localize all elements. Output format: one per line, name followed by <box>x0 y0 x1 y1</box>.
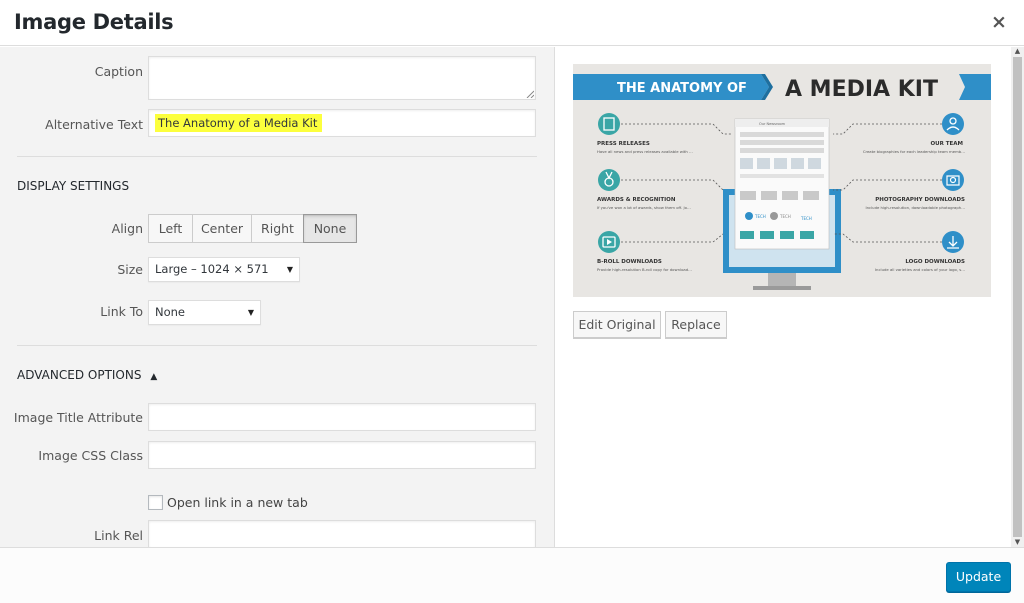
link-to-label: Link To <box>100 304 143 319</box>
size-value: Large – 1024 × 571 <box>155 262 269 276</box>
caret-up-icon: ▲ <box>150 372 158 382</box>
title-attribute-input[interactable] <box>148 403 536 431</box>
resize-grip-icon[interactable] <box>526 90 534 98</box>
image-preview: THE ANATOMY OF A MEDIA KIT PRESS RELEASE… <box>573 64 991 297</box>
dialog-footer: Update <box>0 547 1024 603</box>
size-label: Size <box>117 262 143 277</box>
close-icon[interactable]: × <box>990 12 1008 32</box>
right-item-title: LOGO DOWNLOADS <box>905 259 965 265</box>
scroll-down-icon[interactable]: ▼ <box>1013 538 1022 547</box>
advanced-options-toggle[interactable]: ADVANCED OPTIONS ▲ <box>17 368 157 382</box>
alt-text-input[interactable]: The Anatomy of a Media Kit <box>148 109 536 137</box>
link-to-select[interactable]: None ▼ <box>148 300 261 325</box>
caption-label: Caption <box>94 64 143 79</box>
banner-right-text: A MEDIA KIT <box>785 77 938 102</box>
preview-pane: THE ANATOMY OF A MEDIA KIT PRESS RELEASE… <box>556 47 1011 547</box>
size-select[interactable]: Large – 1024 × 571 ▼ <box>148 257 300 282</box>
chevron-down-icon: ▼ <box>286 265 293 274</box>
right-item-title: OUR TEAM <box>930 141 963 147</box>
right-item-desc: Include high-resolution, downloadable ph… <box>866 205 966 210</box>
logo-text: TECH <box>754 214 766 219</box>
banner-left-text: THE ANATOMY OF <box>617 81 747 96</box>
display-settings-heading: DISPLAY SETTINGS <box>17 179 130 193</box>
chevron-down-icon: ▼ <box>247 308 254 317</box>
link-to-value: None <box>155 305 186 319</box>
align-none-button[interactable]: None <box>303 214 357 243</box>
css-class-label: Image CSS Class <box>38 448 143 463</box>
align-label: Align <box>111 221 143 236</box>
replace-button[interactable]: Replace <box>665 311 727 338</box>
right-item-desc: Include all varieties and colors of your… <box>875 267 965 272</box>
left-item-title: PRESS RELEASES <box>597 141 650 147</box>
dialog-header: Image Details × <box>0 0 1024 46</box>
media-kit-infographic: THE ANATOMY OF A MEDIA KIT PRESS RELEASE… <box>573 64 991 297</box>
left-item-title: B-ROLL DOWNLOADS <box>597 259 662 265</box>
caption-textarea[interactable] <box>148 56 536 100</box>
divider <box>17 345 537 346</box>
screen-header-text: Our Newsroom <box>759 122 786 126</box>
advanced-options-heading: ADVANCED OPTIONS <box>17 368 142 382</box>
right-item-title: PHOTOGRAPHY DOWNLOADS <box>875 197 965 203</box>
link-rel-input[interactable] <box>148 520 536 547</box>
settings-pane: Caption Alternative Text The Anatomy of … <box>0 47 555 547</box>
edit-original-button[interactable]: Edit Original <box>573 311 661 338</box>
dialog-title: Image Details <box>14 10 174 34</box>
logo-text: TECH <box>800 216 812 221</box>
left-item-desc: Have all news and press releases availab… <box>597 149 693 154</box>
left-item-desc: If you've won a lot of awards, show them… <box>597 205 691 210</box>
align-left-button[interactable]: Left <box>148 214 193 243</box>
align-button-group: Left Center Right None <box>148 214 357 243</box>
alt-text-label: Alternative Text <box>45 117 143 132</box>
logo-text: TECH <box>779 214 791 219</box>
css-class-input[interactable] <box>148 441 536 469</box>
scroll-thumb[interactable] <box>1013 57 1022 537</box>
scroll-up-icon[interactable]: ▲ <box>1013 47 1022 56</box>
align-right-button[interactable]: Right <box>251 214 304 243</box>
monitor-illustration: Our Newsroom TECH TECH TECH <box>723 118 841 290</box>
new-tab-label[interactable]: Open link in a new tab <box>167 495 308 510</box>
align-center-button[interactable]: Center <box>192 214 252 243</box>
update-button[interactable]: Update <box>946 562 1011 592</box>
vertical-scrollbar[interactable]: ▲ ▼ <box>1011 47 1024 547</box>
left-item-desc: Provide high-resolution B-roll copy for … <box>597 267 692 272</box>
new-tab-checkbox[interactable] <box>148 495 163 510</box>
right-item-desc: Create biographies for each leadership t… <box>863 149 965 154</box>
title-attribute-label: Image Title Attribute <box>13 410 143 425</box>
left-item-title: AWARDS & RECOGNITION <box>597 197 676 203</box>
alt-text-value: The Anatomy of a Media Kit <box>155 114 323 132</box>
divider <box>17 156 537 157</box>
link-rel-label: Link Rel <box>94 528 143 543</box>
